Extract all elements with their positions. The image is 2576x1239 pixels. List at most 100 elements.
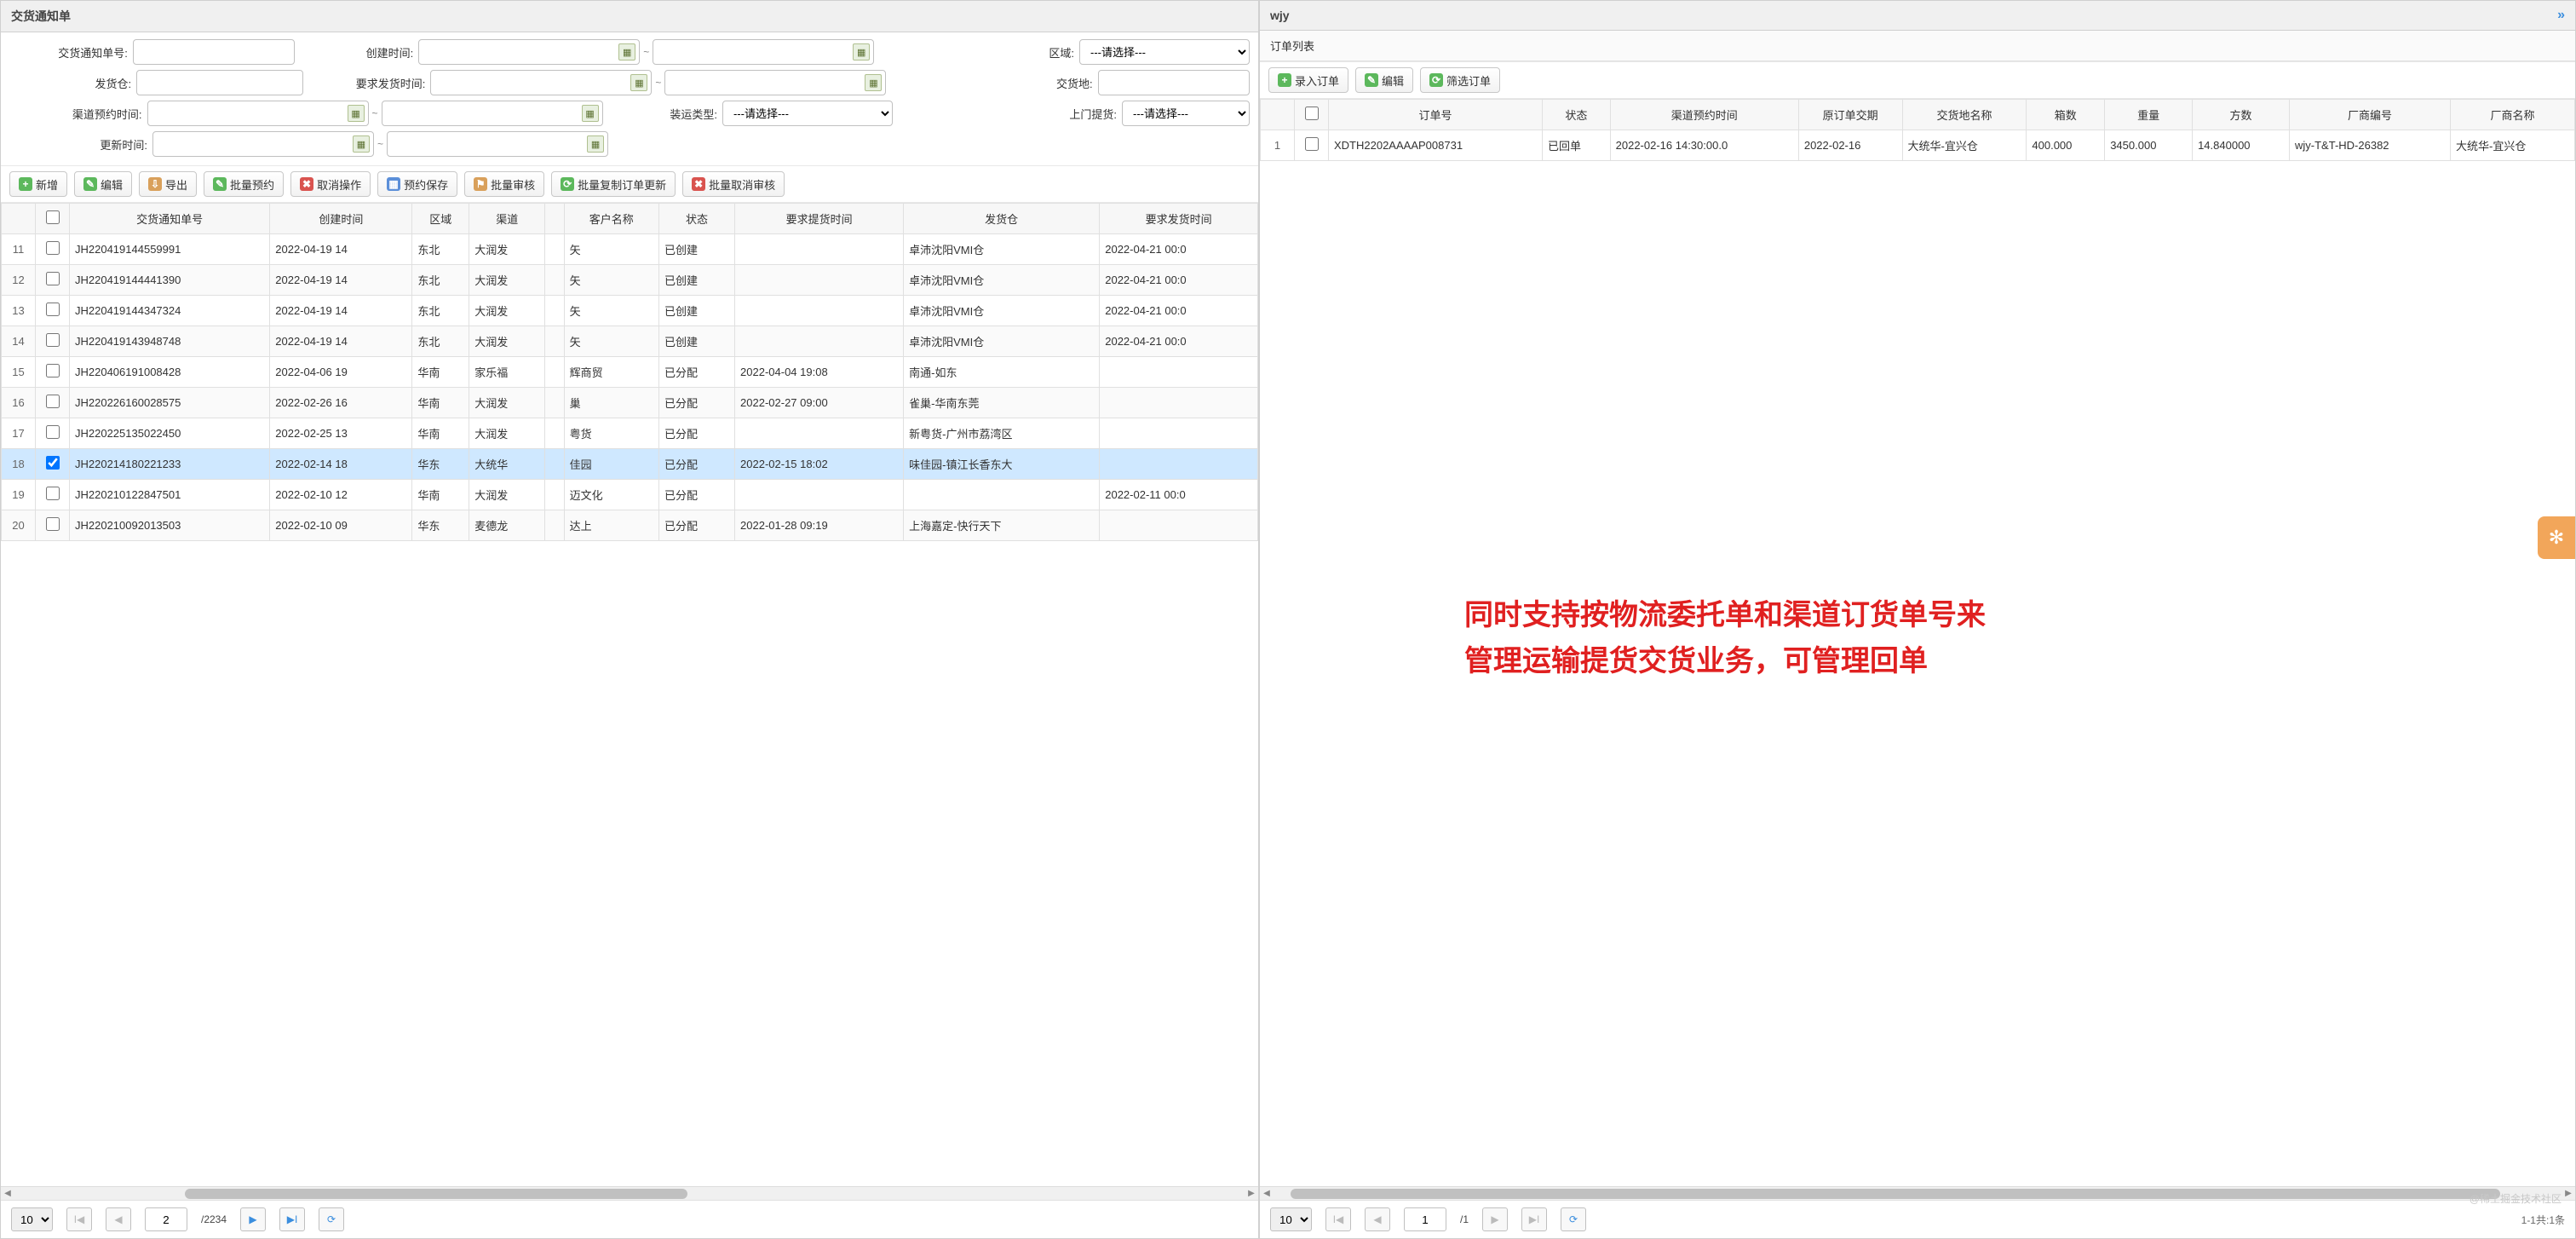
row-checkbox[interactable]: [46, 303, 60, 316]
collapse-icon[interactable]: »: [2557, 8, 2565, 23]
col-header[interactable]: 创建时间: [270, 204, 412, 234]
table-row[interactable]: 20 JH2202100920135032022-02-10 09华东麦德龙达上…: [2, 510, 1258, 541]
input-reqship-to[interactable]: ▦: [664, 70, 886, 95]
batch-unaudit-button[interactable]: ✖批量取消审核: [682, 171, 785, 197]
col-header[interactable]: [2, 204, 36, 234]
first-page-button[interactable]: I◀: [1325, 1207, 1351, 1231]
page-size-select[interactable]: 10: [11, 1207, 53, 1231]
date-separator: ~: [372, 107, 378, 119]
table-row[interactable]: 16 JH2202261600285752022-02-26 16华南大润发巢已…: [2, 388, 1258, 418]
row-checkbox[interactable]: [46, 395, 60, 408]
input-warehouse[interactable]: [136, 70, 303, 95]
table-row[interactable]: 15 JH2204061910084282022-04-06 19华南家乐福辉商…: [2, 357, 1258, 388]
h-scrollbar-right[interactable]: ◀▶: [1260, 1186, 2575, 1200]
edit-button[interactable]: ✎编辑: [74, 171, 132, 197]
table-row[interactable]: 12 JH2204191444413902022-04-19 14东北大润发矢已…: [2, 265, 1258, 296]
col-header[interactable]: [545, 204, 564, 234]
row-checkbox[interactable]: [46, 425, 60, 439]
filter-order-button[interactable]: ⟳筛选订单: [1420, 67, 1500, 93]
refresh-button[interactable]: ⟳: [319, 1207, 344, 1231]
add-button[interactable]: +新增: [9, 171, 67, 197]
input-create-from[interactable]: ▦: [418, 39, 640, 65]
last-page-button[interactable]: ▶I: [1521, 1207, 1547, 1231]
row-checkbox[interactable]: [46, 364, 60, 377]
col-header[interactable]: 重量: [2105, 100, 2193, 130]
col-header[interactable]: 厂商名称: [2451, 100, 2575, 130]
table-row[interactable]: 1 XDTH2202AAAAP008731已回单2022-02-16 14:30…: [1261, 130, 2575, 161]
refresh-button[interactable]: ⟳: [1561, 1207, 1586, 1231]
label-channel-time: 渠道预约时间:: [9, 106, 147, 122]
col-header[interactable]: [1295, 100, 1329, 130]
h-scrollbar[interactable]: ◀▶: [1, 1186, 1258, 1200]
export-icon: ⇩: [148, 177, 162, 191]
col-header[interactable]: 原订单交期: [1798, 100, 1902, 130]
input-reqship-from[interactable]: ▦: [430, 70, 652, 95]
next-page-button[interactable]: ▶: [240, 1207, 266, 1231]
col-header[interactable]: [1261, 100, 1295, 130]
page-size-select[interactable]: 10: [1270, 1207, 1312, 1231]
col-header[interactable]: 厂商编号: [2290, 100, 2451, 130]
col-header[interactable]: 订单号: [1329, 100, 1543, 130]
select-all-checkbox[interactable]: [46, 210, 60, 224]
row-checkbox[interactable]: [46, 272, 60, 285]
col-header[interactable]: 客户名称: [564, 204, 658, 234]
table-row[interactable]: 14 JH2204191439487482022-04-19 14东北大润发矢已…: [2, 326, 1258, 357]
input-create-to[interactable]: ▦: [653, 39, 874, 65]
select-region[interactable]: ---请选择---: [1079, 39, 1250, 65]
prev-page-button[interactable]: ◀: [1365, 1207, 1390, 1231]
col-header[interactable]: 交货通知单号: [70, 204, 270, 234]
save-button[interactable]: ▦预约保存: [377, 171, 457, 197]
batch-book-button[interactable]: ✎批量预约: [204, 171, 284, 197]
input-update-from[interactable]: ▦: [152, 131, 374, 157]
first-page-button[interactable]: I◀: [66, 1207, 92, 1231]
col-header[interactable]: [36, 204, 70, 234]
select-load-type[interactable]: ---请选择---: [722, 101, 893, 126]
cancel-button[interactable]: ✖取消操作: [290, 171, 371, 197]
row-checkbox[interactable]: [46, 333, 60, 347]
right-table: 订单号状态渠道预约时间原订单交期交货地名称箱数重量方数厂商编号厂商名称 1 XD…: [1260, 99, 2575, 161]
row-checkbox[interactable]: [46, 517, 60, 531]
input-channel-from[interactable]: ▦: [147, 101, 369, 126]
col-header[interactable]: 要求发货时间: [1100, 204, 1258, 234]
input-channel-to[interactable]: ▦: [382, 101, 603, 126]
col-header[interactable]: 发货仓: [904, 204, 1100, 234]
col-header[interactable]: 状态: [1543, 100, 1611, 130]
export-button[interactable]: ⇩导出: [139, 171, 197, 197]
table-row[interactable]: 11 JH2204191445599912022-04-19 14东北大润发矢已…: [2, 234, 1258, 265]
row-checkbox[interactable]: [46, 487, 60, 500]
table-row[interactable]: 13 JH2204191443473242022-04-19 14东北大润发矢已…: [2, 296, 1258, 326]
plus-icon: +: [19, 177, 32, 191]
prev-page-button[interactable]: ◀: [106, 1207, 131, 1231]
next-page-button[interactable]: ▶: [1482, 1207, 1508, 1231]
row-checkbox[interactable]: [46, 241, 60, 255]
enter-order-button[interactable]: +录入订单: [1268, 67, 1348, 93]
col-header[interactable]: 箱数: [2027, 100, 2105, 130]
input-delivery-place[interactable]: [1098, 70, 1250, 95]
row-checkbox[interactable]: [46, 456, 60, 470]
col-header[interactable]: 渠道预约时间: [1610, 100, 1798, 130]
right-subtitle: 订单列表: [1260, 31, 2575, 61]
edit-order-button[interactable]: ✎编辑: [1355, 67, 1413, 93]
col-header[interactable]: 状态: [658, 204, 734, 234]
gear-icon[interactable]: ✻: [2538, 516, 2575, 559]
page-input[interactable]: [1404, 1207, 1446, 1231]
table-row[interactable]: 19 JH2202101228475012022-02-10 12华南大润发迈文…: [2, 480, 1258, 510]
col-header[interactable]: 方数: [2193, 100, 2290, 130]
label-region: 区域:: [874, 44, 1079, 61]
row-checkbox[interactable]: [1305, 137, 1319, 151]
batch-audit-button[interactable]: ⚑批量审核: [464, 171, 544, 197]
select-all-checkbox[interactable]: [1305, 107, 1319, 120]
select-door-pickup[interactable]: ---请选择---: [1122, 101, 1250, 126]
input-notice-no[interactable]: [133, 39, 296, 65]
page-input[interactable]: [145, 1207, 187, 1231]
last-page-button[interactable]: ▶I: [279, 1207, 305, 1231]
col-header[interactable]: 交货地名称: [1902, 100, 2027, 130]
col-header[interactable]: 要求提货时间: [735, 204, 904, 234]
col-header[interactable]: 区域: [412, 204, 469, 234]
calendar-icon: ▦: [853, 43, 870, 61]
table-row[interactable]: 18 JH2202141802212332022-02-14 18华东大统华佳园…: [2, 449, 1258, 480]
batch-copy-button[interactable]: ⟳批量复制订单更新: [551, 171, 676, 197]
input-update-to[interactable]: ▦: [387, 131, 608, 157]
table-row[interactable]: 17 JH2202251350224502022-02-25 13华南大润发粤货…: [2, 418, 1258, 449]
col-header[interactable]: 渠道: [469, 204, 545, 234]
